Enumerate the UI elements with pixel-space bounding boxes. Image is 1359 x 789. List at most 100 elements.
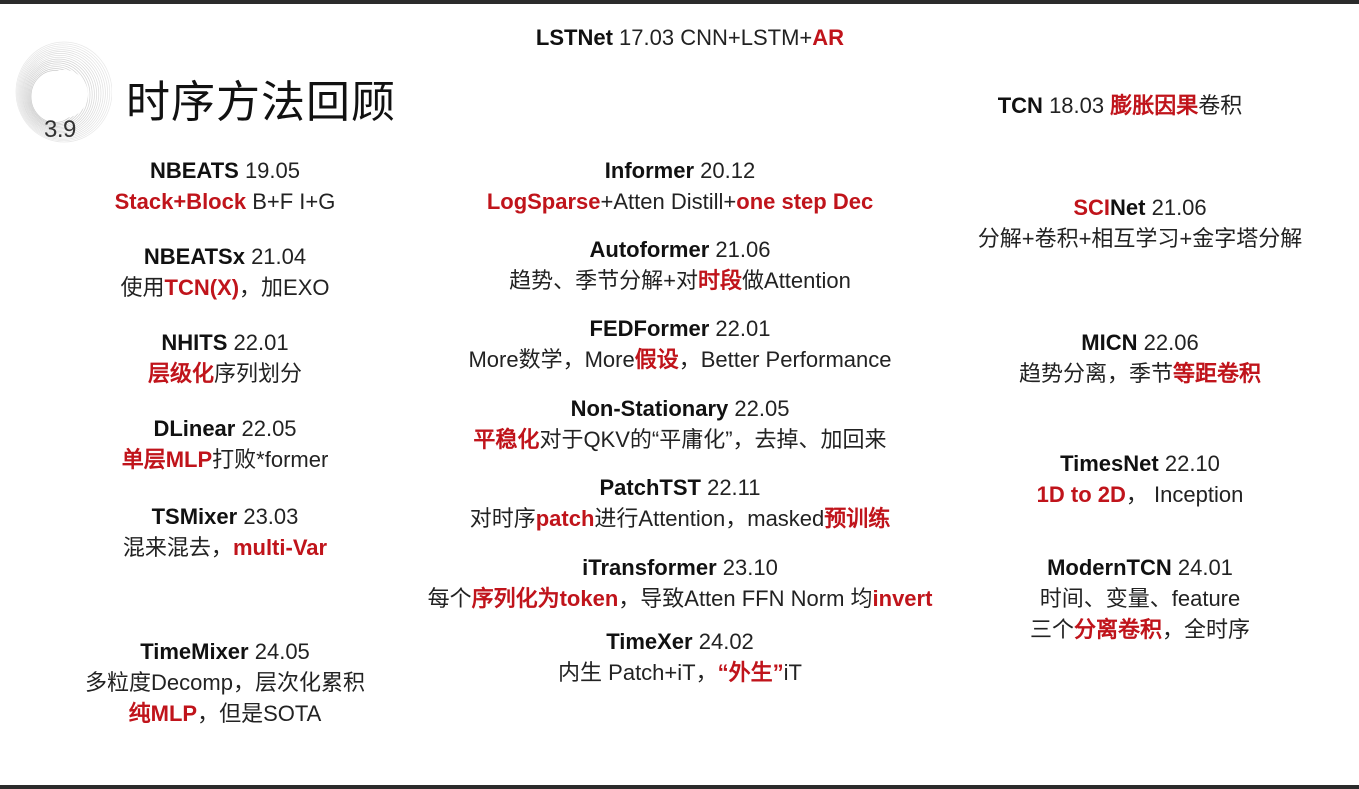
- model-name: TimeMixer: [140, 639, 249, 664]
- model-desc-highlight: Stack+Block: [114, 189, 247, 214]
- model-desc-highlight: 1D to 2D: [1036, 482, 1126, 507]
- model-version: 23.03: [243, 504, 299, 529]
- model-version: 24.05: [254, 639, 310, 664]
- entry-nbeatsx: NBEATSx 21.04 使用TCN(X)，加EXO: [40, 241, 410, 303]
- model-version: 19.05: [244, 158, 300, 183]
- model-desc-highlight: 层级化: [147, 361, 214, 386]
- model-name: Net: [1110, 195, 1146, 220]
- model-version: 18.03: [1049, 93, 1105, 118]
- model-version: 20.12: [700, 158, 756, 183]
- model-name: iTransformer: [582, 555, 717, 580]
- model-name: LSTNet: [535, 25, 613, 50]
- entry-timesnet: TimesNet 22.10 1D to 2D， Inception: [960, 448, 1320, 510]
- model-desc: 对时序: [469, 506, 536, 531]
- model-name: FEDFormer: [589, 316, 710, 341]
- model-desc: 使用: [120, 275, 165, 300]
- model-desc: 进行Attention，masked: [594, 506, 825, 531]
- model-desc: ，但是SOTA: [197, 701, 322, 726]
- model-desc: 趋势、季节分解+对: [509, 268, 698, 293]
- entry-itransformer: iTransformer 23.10 每个序列化为token，导致Atten F…: [380, 552, 980, 614]
- model-desc: 多粒度Decomp，层次化累积: [85, 670, 365, 695]
- model-desc: 内生 Patch+iT，: [558, 660, 718, 685]
- model-version: 24.01: [1177, 555, 1233, 580]
- model-desc: 时间、变量、feature: [1039, 586, 1241, 611]
- model-desc-highlight: 序列化为token: [471, 586, 619, 611]
- model-version: 22.06: [1143, 330, 1199, 355]
- model-desc-highlight: 等距卷积: [1173, 361, 1262, 386]
- model-name: NHITS: [161, 330, 228, 355]
- entry-nbeats: NBEATS 19.05 Stack+Block B+F I+G: [40, 155, 410, 217]
- model-name: NBEATS: [149, 158, 239, 183]
- model-desc-highlight: AR: [812, 25, 845, 50]
- model-desc: CNN+LSTM+: [680, 25, 813, 50]
- page-title: 时序方法回顾: [126, 77, 396, 128]
- model-version: 21.06: [1151, 195, 1207, 220]
- model-name: MICN: [1081, 330, 1138, 355]
- model-desc-highlight: one step Dec: [736, 189, 874, 214]
- model-desc: 做Attention: [742, 268, 851, 293]
- entry-informer: Informer 20.12 LogSparse+Atten Distill+o…: [400, 155, 960, 217]
- model-version: 21.06: [715, 237, 771, 262]
- entry-scinet: SCINet 21.06 分解+卷积+相互学习+金字塔分解: [930, 192, 1350, 254]
- model-version: 22.01: [233, 330, 289, 355]
- model-desc: 趋势分离，季节: [1018, 361, 1173, 386]
- entry-nhits: NHITS 22.01 层级化序列划分: [40, 327, 410, 389]
- entry-timexer: TimeXer 24.02 内生 Patch+iT，“外生”iT: [400, 626, 960, 688]
- model-desc-highlight: “外生”: [717, 660, 784, 685]
- entry-moderntcn: ModernTCN 24.01 时间、变量、feature 三个分离卷积，全时序: [960, 552, 1320, 645]
- model-desc: 每个: [427, 586, 472, 611]
- model-desc-highlight: 预训练: [824, 506, 891, 531]
- model-desc: ， Inception: [1125, 482, 1244, 507]
- top-border: [0, 0, 1359, 4]
- model-desc: 对于QKV的“平庸化”，去掉、加回来: [539, 427, 887, 452]
- entry-non-stationary: Non-Stationary 22.05 平稳化对于QKV的“平庸化”，去掉、加…: [400, 393, 960, 455]
- model-version: 21.04: [251, 244, 307, 269]
- model-desc: 打败*former: [212, 447, 329, 472]
- model-desc-highlight: LogSparse: [486, 189, 601, 214]
- model-version: 22.05: [734, 396, 790, 421]
- model-desc: 分解+卷积+相互学习+金字塔分解: [977, 226, 1303, 251]
- section-number: 3.9: [44, 116, 76, 143]
- model-desc: ，全时序: [1162, 617, 1251, 642]
- model-name: DLinear: [153, 416, 236, 441]
- model-desc-highlight: 单层MLP: [121, 447, 213, 472]
- model-name: TSMixer: [151, 504, 238, 529]
- entry-autoformer: Autoformer 21.06 趋势、季节分解+对时段做Attention: [400, 234, 960, 296]
- model-name: ModernTCN: [1047, 555, 1172, 580]
- model-version: 23.10: [722, 555, 778, 580]
- model-desc-highlight: invert: [872, 586, 933, 611]
- model-desc: ，加EXO: [239, 275, 330, 300]
- model-name: TimeXer: [606, 629, 693, 654]
- model-version: 22.11: [707, 475, 761, 500]
- entry-fedformer: FEDFormer 22.01 More数学，More假设，Better Per…: [400, 313, 960, 375]
- model-desc: ，导致Atten FFN Norm 均: [618, 586, 873, 611]
- entry-patchtst: PatchTST 22.11 对时序patch进行Attention，maske…: [400, 472, 960, 534]
- entry-timemixer: TimeMixer 24.05 多粒度Decomp，层次化累积 纯MLP，但是S…: [20, 636, 430, 729]
- model-version: 22.10: [1164, 451, 1220, 476]
- model-desc-highlight: 平稳化: [473, 427, 540, 452]
- model-desc-highlight: 假设: [634, 347, 679, 372]
- entry-lstnet: LSTNet 17.03 CNN+LSTM+AR: [470, 22, 910, 53]
- entry-tcn: TCN 18.03 膨胀因果卷积: [960, 90, 1280, 121]
- model-name: Autoformer: [589, 237, 710, 262]
- model-desc: B+F I+G: [246, 189, 336, 214]
- model-desc: 序列划分: [214, 361, 303, 386]
- model-desc: 三个: [1029, 617, 1074, 642]
- bottom-border: [0, 785, 1359, 789]
- model-desc: ，Better Performance: [678, 347, 892, 372]
- model-desc: 卷积: [1198, 93, 1243, 118]
- model-name: Non-Stationary: [570, 396, 729, 421]
- model-desc: iT: [783, 660, 802, 685]
- model-name-highlight: SCI: [1073, 195, 1111, 220]
- model-desc-highlight: TCN(X): [164, 275, 240, 300]
- model-name: TimesNet: [1060, 451, 1159, 476]
- model-desc-highlight: 纯MLP: [128, 701, 198, 726]
- model-desc: 混来混去，: [122, 535, 233, 560]
- model-version: 24.02: [698, 629, 754, 654]
- model-version: 17.03: [619, 25, 675, 50]
- entry-dlinear: DLinear 22.05 单层MLP打败*former: [40, 413, 410, 475]
- model-name: PatchTST: [599, 475, 701, 500]
- model-name: TCN: [997, 93, 1043, 118]
- model-desc-highlight: patch: [535, 506, 595, 531]
- model-name: NBEATSx: [143, 244, 245, 269]
